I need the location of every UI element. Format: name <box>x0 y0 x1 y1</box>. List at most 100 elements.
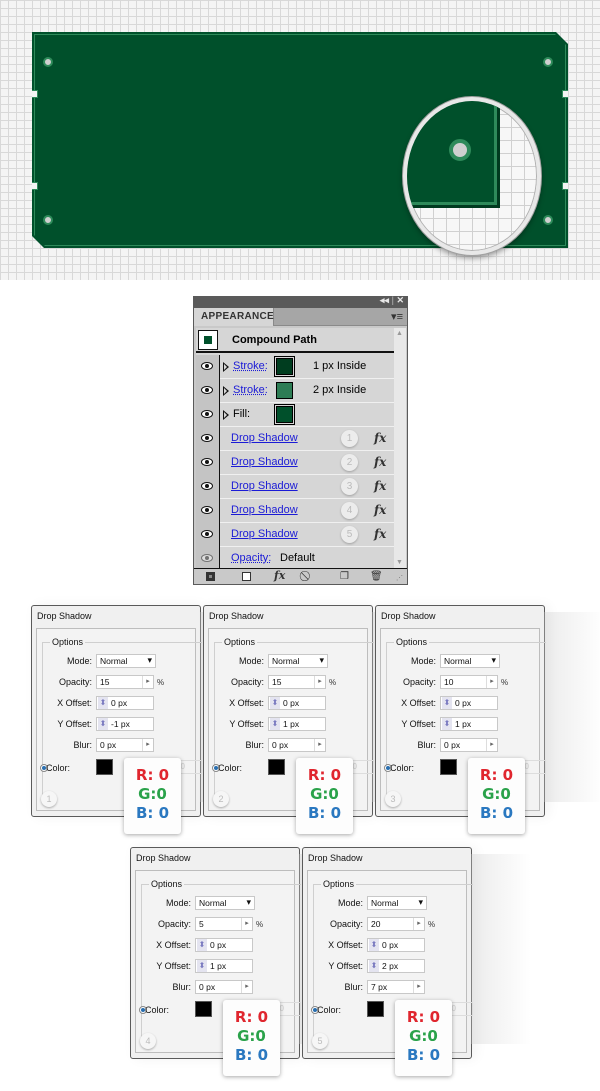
blur-input[interactable]: 7 px <box>367 980 425 994</box>
drop-shadow-dialog: Drop Shadow Options Mode: Normal Opacity… <box>203 605 432 834</box>
step-number-badge: 1 <box>41 791 57 807</box>
x-offset-label: X Offset: <box>328 940 363 950</box>
visibility-toggle[interactable] <box>196 379 220 403</box>
add-effect-fx-icon[interactable]: fx <box>274 569 285 582</box>
expand-triangle-icon[interactable] <box>223 386 229 396</box>
scroll-down-icon[interactable]: ▼ <box>396 559 403 566</box>
blur-input[interactable]: 0 px <box>195 980 253 994</box>
mode-select[interactable]: Normal <box>96 654 156 668</box>
resize-grip-icon[interactable]: ⋰ <box>396 574 403 582</box>
drop-shadow-link[interactable]: Drop Shadow <box>231 528 298 540</box>
opacity-label: Opacity: <box>230 677 264 687</box>
fx-icon[interactable]: fx <box>374 455 386 469</box>
header-row[interactable]: Compound Path <box>196 328 394 353</box>
fx-icon[interactable]: fx <box>374 479 386 493</box>
eye-icon <box>201 434 213 442</box>
drop-shadow-row[interactable]: Drop Shadow 3 fx <box>196 475 394 499</box>
step-number-badge: 4 <box>140 1033 156 1049</box>
mode-select[interactable]: Normal <box>367 896 427 910</box>
percent-sign: % <box>329 678 337 687</box>
step-number-badge: 5 <box>312 1033 328 1049</box>
blur-input[interactable]: 0 px <box>440 738 498 752</box>
duplicate-item-icon[interactable]: ❐ <box>340 571 349 582</box>
green-value: G:0 <box>237 1027 266 1045</box>
fill-row[interactable]: Fill: <box>196 403 394 427</box>
blur-input[interactable]: 0 px <box>96 738 154 752</box>
stroke-swatch[interactable] <box>276 358 293 375</box>
x-offset-input[interactable]: 0 px <box>268 696 326 710</box>
blur-label: Blur: <box>417 740 436 750</box>
stroke-link[interactable]: Stroke: <box>233 360 268 372</box>
options-group-label: Options <box>321 879 357 889</box>
scroll-up-icon[interactable]: ▲ <box>396 330 403 337</box>
expand-triangle-icon[interactable] <box>223 362 229 372</box>
opacity-input[interactable]: 10 <box>440 675 498 689</box>
drop-shadow-row[interactable]: Drop Shadow 2 fx <box>196 451 394 475</box>
y-offset-input[interactable]: -1 px <box>96 717 154 731</box>
drop-shadow-row[interactable]: Drop Shadow 1 fx <box>196 427 394 451</box>
opacity-input[interactable]: 15 <box>96 675 154 689</box>
y-offset-input[interactable]: 2 px <box>367 959 425 973</box>
percent-sign: % <box>501 678 509 687</box>
panel-menu-icon[interactable]: ▾≡ <box>391 310 403 323</box>
add-new-fill-icon[interactable] <box>242 572 251 581</box>
shadow-color-swatch[interactable] <box>367 1001 384 1017</box>
drop-shadow-link[interactable]: Drop Shadow <box>231 432 298 444</box>
visibility-toggle[interactable] <box>196 355 220 379</box>
stroke-row-2[interactable]: Stroke: 2 px Inside <box>196 379 394 403</box>
x-offset-input[interactable]: 0 px <box>440 696 498 710</box>
mode-select[interactable]: Normal <box>440 654 500 668</box>
y-offset-label: Y Offset: <box>328 961 363 971</box>
drop-shadow-row[interactable]: Drop Shadow 5 fx <box>196 523 394 547</box>
rgb-values-card: R: 0 G:0 B: 0 <box>395 1000 452 1076</box>
drop-shadow-row[interactable]: Drop Shadow 4 fx <box>196 499 394 523</box>
x-offset-input[interactable]: 0 px <box>96 696 154 710</box>
dialog-title: Drop Shadow <box>381 611 436 621</box>
fx-icon[interactable]: fx <box>374 503 386 517</box>
visibility-toggle[interactable] <box>196 523 220 547</box>
mode-label: Mode: <box>165 898 191 908</box>
mode-select[interactable]: Normal <box>195 896 255 910</box>
fill-label: Fill: <box>233 408 251 420</box>
stroke-link[interactable]: Stroke: <box>233 384 268 396</box>
stroke-swatch[interactable] <box>276 382 293 399</box>
shadow-color-swatch[interactable] <box>96 759 113 775</box>
blur-input[interactable]: 0 px <box>268 738 326 752</box>
visibility-toggle[interactable] <box>196 427 220 451</box>
shadow-color-swatch[interactable] <box>440 759 457 775</box>
mode-select[interactable]: Normal <box>268 654 328 668</box>
blur-label: Blur: <box>245 740 264 750</box>
fx-icon[interactable]: fx <box>374 431 386 445</box>
visibility-toggle[interactable] <box>196 403 220 427</box>
color-label: Color: <box>217 763 242 773</box>
opacity-input[interactable]: 20 <box>367 917 425 931</box>
drop-shadow-link[interactable]: Drop Shadow <box>231 504 298 516</box>
delete-trash-icon[interactable]: 🗑 <box>370 571 383 582</box>
dialog-title: Drop Shadow <box>37 611 92 621</box>
visibility-toggle[interactable] <box>196 451 220 475</box>
panel-scrollbar[interactable]: ▲ ▼ <box>394 328 406 568</box>
opacity-label: Opacity: <box>157 919 191 929</box>
expand-triangle-icon[interactable] <box>223 410 229 420</box>
tab-appearance[interactable]: APPEARANCE <box>194 308 274 326</box>
y-offset-input[interactable]: 1 px <box>440 717 498 731</box>
visibility-toggle[interactable] <box>196 475 220 499</box>
y-offset-input[interactable]: 1 px <box>268 717 326 731</box>
add-new-stroke-icon[interactable] <box>206 572 215 581</box>
x-offset-input[interactable]: 0 px <box>367 938 425 952</box>
visibility-toggle[interactable] <box>196 499 220 523</box>
shadow-color-swatch[interactable] <box>268 759 285 775</box>
drop-shadow-link[interactable]: Drop Shadow <box>231 480 298 492</box>
fill-swatch[interactable] <box>276 406 293 423</box>
opacity-input[interactable]: 15 <box>268 675 326 689</box>
shadow-color-swatch[interactable] <box>195 1001 212 1017</box>
opacity-input[interactable]: 5 <box>195 917 253 931</box>
collapse-icon[interactable]: ◂◂ <box>380 295 389 305</box>
fx-icon[interactable]: fx <box>374 527 386 541</box>
x-offset-input[interactable]: 0 px <box>195 938 253 952</box>
opacity-link[interactable]: Opacity: <box>231 552 271 564</box>
stroke-row-1[interactable]: Stroke: 1 px Inside <box>196 355 394 379</box>
close-icon[interactable]: ✕ <box>396 295 404 305</box>
drop-shadow-link[interactable]: Drop Shadow <box>231 456 298 468</box>
y-offset-input[interactable]: 1 px <box>195 959 253 973</box>
